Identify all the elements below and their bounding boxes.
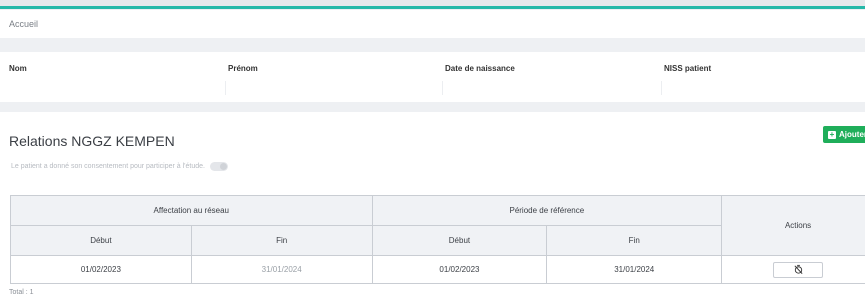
total-count: Total : 1 [9, 289, 34, 296]
subheader-aff-debut: Début [10, 225, 192, 256]
patient-niss-label: NISS patient [664, 64, 712, 73]
section-title: Relations NGGZ KEMPEN [9, 133, 175, 149]
cell-per-debut: 01/02/2023 [371, 255, 548, 284]
cell-actions [721, 255, 865, 284]
timer-off-icon [794, 264, 803, 274]
accent-line [0, 6, 865, 9]
consent-toggle[interactable] [209, 162, 228, 171]
add-button-label: Ajouter [839, 130, 865, 139]
top-bar [0, 0, 865, 9]
consent-label: Le patient a donné son consentement pour… [11, 163, 205, 170]
patient-niss-field: NISS patient [661, 64, 712, 95]
divider [442, 81, 443, 95]
plus-square-icon: + [828, 129, 836, 139]
patient-firstname-field: Prénom [225, 64, 258, 95]
subheader-aff-fin: Fin [190, 225, 373, 256]
cell-aff-fin: 31/01/2024 [190, 255, 373, 284]
cell-aff-debut: 01/02/2023 [10, 255, 192, 284]
subheader-per-debut: Début [371, 225, 548, 256]
breadcrumb[interactable]: Accueil [9, 19, 38, 29]
patient-birthdate-field: Date de naissance [442, 64, 515, 95]
relations-panel: Relations NGGZ KEMPEN + Ajouter Le patie… [0, 112, 865, 297]
header-periode: Période de référence [371, 195, 723, 226]
patient-firstname-label: Prénom [228, 64, 258, 73]
header-actions: Actions [721, 195, 865, 256]
toggle-knob [219, 163, 227, 170]
patient-birthdate-label: Date de naissance [445, 64, 515, 73]
patient-info-panel: Nom Prénom Date de naissance NISS patien… [0, 52, 865, 102]
breadcrumb-panel: Accueil [0, 10, 865, 38]
divider [225, 81, 226, 95]
relations-table: Affectation au réseau Période de référen… [10, 195, 865, 284]
subheader-per-fin: Fin [546, 225, 723, 256]
patient-name-label: Nom [9, 64, 27, 73]
cell-per-fin: 31/01/2024 [546, 255, 723, 284]
patient-name-field: Nom [9, 64, 27, 73]
timer-off-button[interactable] [773, 261, 824, 278]
header-affectation: Affectation au réseau [10, 195, 373, 226]
table-row: 01/02/2023 31/01/2024 01/02/2023 31/01/2… [10, 255, 865, 284]
consent-row: Le patient a donné son consentement pour… [11, 162, 228, 171]
add-button[interactable]: + Ajouter [823, 126, 865, 143]
divider [661, 81, 662, 95]
